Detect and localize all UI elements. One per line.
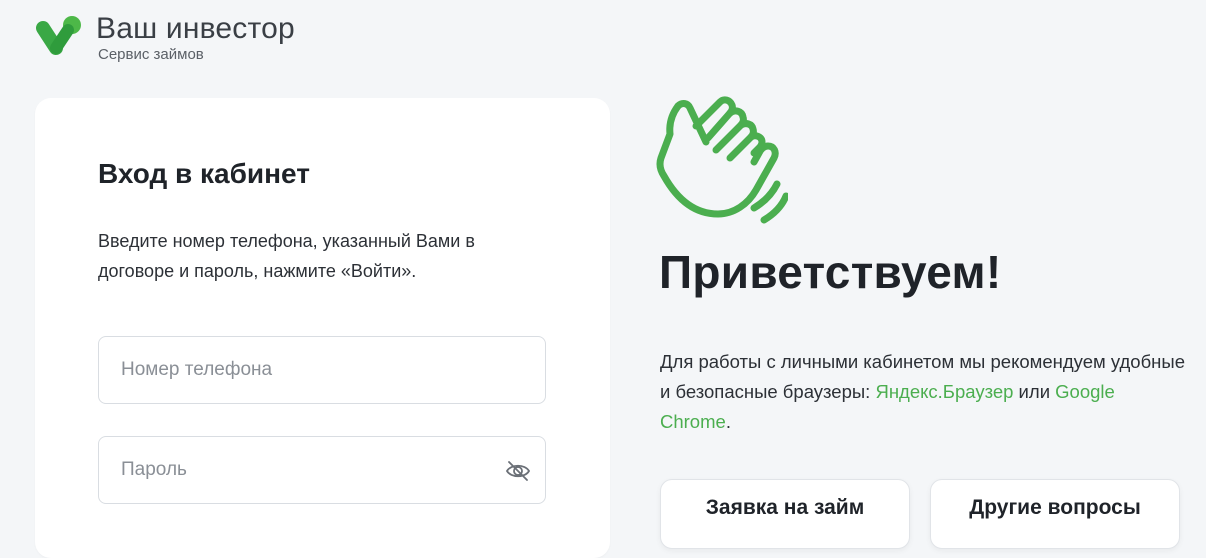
browser-recommendation: Для работы с личными кабинетом мы рекоме… xyxy=(660,347,1206,437)
welcome-heading: Приветствуем! xyxy=(659,246,1002,298)
other-questions-button[interactable]: Другие вопросы xyxy=(930,479,1180,549)
recommendation-text: или xyxy=(1013,381,1056,402)
loan-request-button[interactable]: Заявка на займ xyxy=(660,479,910,549)
recommendation-text: Для работы с личными кабинетом мы рекоме… xyxy=(660,351,1185,372)
phone-field[interactable] xyxy=(98,336,546,404)
brand-v-logo-icon xyxy=(36,16,81,55)
google-chrome-link-cont[interactable]: Chrome xyxy=(660,411,726,432)
recommendation-text: . xyxy=(725,411,731,432)
password-input[interactable] xyxy=(99,437,545,503)
login-card: Вход в кабинет Введите номер телефона, у… xyxy=(35,98,610,558)
brand-subtitle: Сервис займов xyxy=(98,46,204,63)
recommendation-text: и безопасные браузеры: xyxy=(660,381,876,402)
eye-off-icon[interactable] xyxy=(505,459,531,483)
google-chrome-link[interactable]: Google xyxy=(1055,381,1115,402)
password-field[interactable] xyxy=(98,436,546,504)
phone-input[interactable] xyxy=(99,337,545,403)
login-description: Введите номер телефона, указанный Вами в… xyxy=(98,231,475,281)
brand-title: Ваш инвестор xyxy=(96,12,295,45)
login-title: Вход в кабинет xyxy=(98,158,310,189)
yandex-browser-link[interactable]: Яндекс.Браузер xyxy=(875,381,1013,402)
waving-hand-icon xyxy=(656,96,788,224)
